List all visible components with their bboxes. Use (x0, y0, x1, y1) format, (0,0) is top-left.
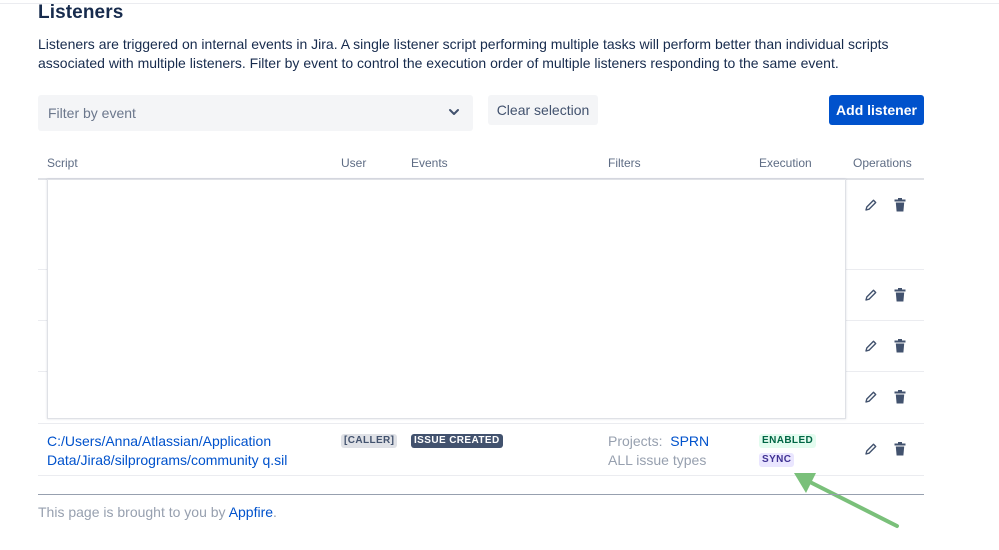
footer-period: . (273, 504, 277, 520)
pencil-icon[interactable] (864, 198, 878, 212)
annotation-arrow-icon (794, 473, 899, 528)
column-header-operations: Operations (853, 156, 912, 170)
footer-text: This page is brought to you by (38, 504, 229, 520)
row-divider (38, 423, 924, 424)
user-lozenge: [CALLER] (341, 434, 398, 448)
footer-divider (38, 494, 924, 495)
chevron-down-icon (449, 109, 459, 115)
pencil-icon[interactable] (864, 390, 878, 404)
column-header-filters: Filters (608, 156, 641, 170)
footer-note: This page is brought to you by Appfire. (38, 504, 277, 520)
pencil-icon[interactable] (864, 442, 878, 456)
page-description: Listeners are triggered on internal even… (38, 36, 889, 71)
trash-icon[interactable] (894, 288, 906, 302)
trash-icon[interactable] (894, 442, 906, 456)
event-lozenge: ISSUE CREATED (411, 434, 503, 448)
clear-selection-button[interactable]: Clear selection (488, 95, 598, 125)
redacted-rows-overlay (47, 179, 846, 419)
add-listener-button[interactable]: Add listener (829, 95, 924, 125)
table-row-operations (864, 198, 914, 214)
script-path-line: C:/Users/Anna/Atlassian/Application (47, 433, 272, 449)
status-badge: ENABLED (759, 434, 817, 448)
trash-icon[interactable] (894, 390, 906, 404)
pencil-icon[interactable] (864, 288, 878, 302)
table-row-operations (864, 339, 914, 355)
table-row-operations (864, 390, 914, 406)
filter-placeholder: Filter by event (48, 105, 136, 121)
pencil-icon[interactable] (864, 339, 878, 353)
page-title: Listeners (38, 2, 124, 23)
listener-script-link[interactable]: C:/Users/Anna/Atlassian/Application Data… (47, 432, 327, 470)
column-header-script: Script (47, 156, 78, 170)
trash-icon[interactable] (894, 339, 906, 353)
filter-projects-value[interactable]: SPRN (670, 433, 709, 449)
column-header-execution: Execution (759, 156, 812, 170)
top-divider (0, 0, 999, 4)
table-row-operations (864, 288, 914, 304)
filter-by-event-select[interactable]: Filter by event (38, 95, 473, 131)
script-path-line: Data/Jira8/silprograms/community q.sil (47, 452, 288, 468)
column-header-user: User (341, 156, 367, 170)
trash-icon[interactable] (894, 198, 906, 212)
filter-projects-label: Projects: (608, 433, 663, 449)
table-row-operations (864, 442, 914, 458)
appfire-link[interactable]: Appfire (229, 504, 273, 520)
filter-issue-types: ALL issue types (608, 452, 707, 468)
listener-filters: Projects: SPRN ALL issue types (608, 432, 709, 470)
column-header-events: Events (411, 156, 448, 170)
